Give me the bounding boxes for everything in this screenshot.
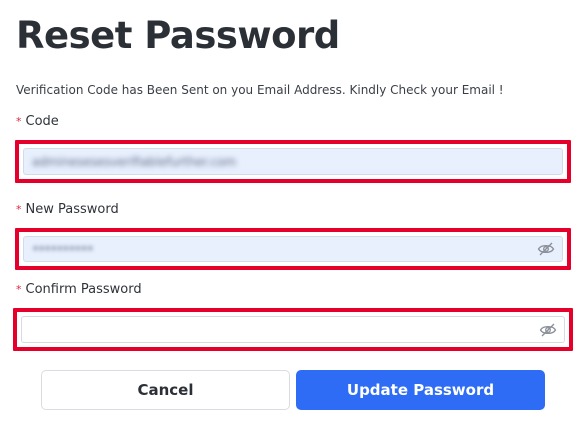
code-field-highlight: adminesesesverifiablefurther.com: [15, 140, 571, 183]
verification-message: Verification Code has Been Sent on you E…: [16, 83, 504, 97]
required-marker: *: [16, 115, 22, 128]
new-password-input[interactable]: ••••••••••: [23, 236, 563, 262]
code-input-value: adminesesesverifiablefurther.com: [32, 154, 237, 169]
code-input[interactable]: adminesesesverifiablefurther.com: [23, 148, 563, 175]
confirm-password-label-text: Confirm Password: [25, 282, 142, 297]
new-password-input-value: ••••••••••: [32, 242, 94, 256]
eye-slash-icon[interactable]: [537, 242, 555, 256]
cancel-button[interactable]: Cancel: [41, 370, 290, 410]
code-label-text: Code: [25, 114, 59, 129]
confirm-password-label: * Confirm Password: [16, 282, 142, 297]
reset-password-page: Reset Password Verification Code has Bee…: [0, 0, 586, 426]
new-password-field-highlight: ••••••••••: [15, 228, 571, 270]
required-marker: *: [16, 203, 22, 216]
code-label: * Code: [16, 114, 59, 129]
confirm-password-input[interactable]: [21, 316, 565, 343]
new-password-label: * New Password: [16, 202, 119, 217]
confirm-password-field-highlight: [13, 308, 573, 351]
update-password-button[interactable]: Update Password: [296, 370, 545, 410]
required-marker: *: [16, 283, 22, 296]
eye-slash-icon[interactable]: [539, 323, 557, 337]
page-title: Reset Password: [16, 14, 340, 57]
new-password-label-text: New Password: [25, 202, 119, 217]
